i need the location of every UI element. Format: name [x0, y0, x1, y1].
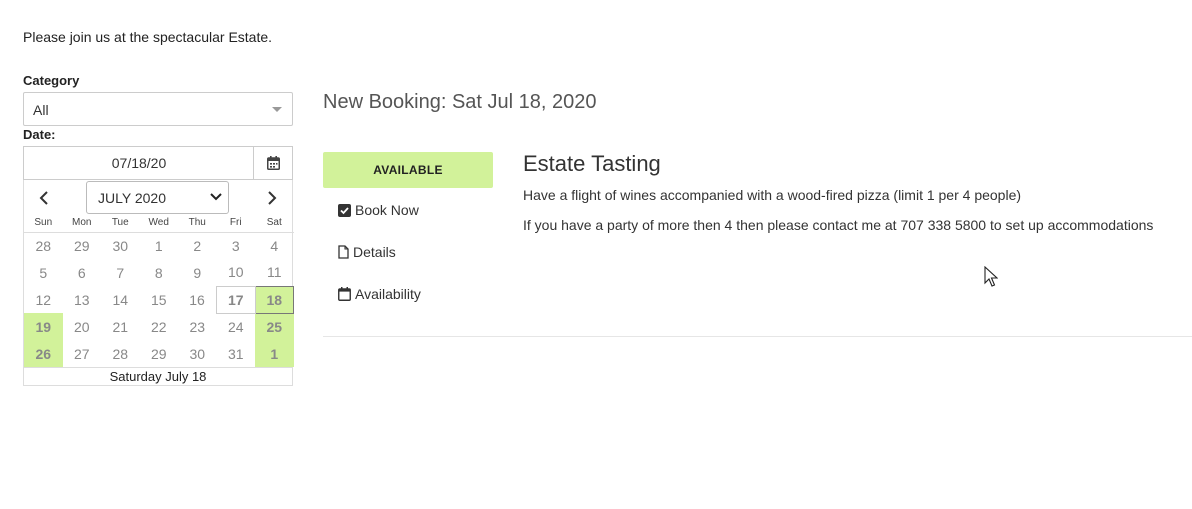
calendar-day-available[interactable]: 19 — [24, 313, 63, 340]
weekday-header: Mon — [62, 214, 101, 233]
category-value: All — [33, 102, 49, 118]
mouse-pointer-icon — [984, 266, 998, 287]
calendar-grid: Sun Mon Tue Wed Thu Fri Sat 28 29 30 1 2… — [24, 214, 294, 367]
next-month-button[interactable] — [260, 186, 284, 210]
calendar-day[interactable]: 15 — [140, 286, 179, 313]
calendar-icon — [338, 287, 351, 301]
calendar-day[interactable]: 16 — [178, 286, 217, 313]
weekday-header: Tue — [101, 214, 140, 233]
details-link[interactable]: Details — [338, 244, 396, 260]
section-divider — [323, 336, 1192, 337]
date-label: Date: — [23, 127, 56, 142]
chevron-left-icon — [39, 191, 48, 205]
weekday-header: Sat — [255, 214, 294, 233]
calendar-day[interactable]: 13 — [63, 286, 102, 313]
calendar-day[interactable]: 31 — [217, 340, 256, 367]
calendar-day-today[interactable]: 17 — [216, 285, 256, 314]
category-select[interactable]: All — [23, 92, 293, 126]
prev-month-button[interactable] — [32, 186, 56, 210]
calendar-day[interactable]: 12 — [24, 286, 63, 313]
calendar-day[interactable]: 24 — [217, 313, 256, 340]
calendar-day[interactable]: 30 — [101, 232, 140, 259]
file-icon — [338, 245, 349, 259]
calendar-day[interactable]: 28 — [101, 340, 140, 367]
calendar-day[interactable]: 4 — [255, 232, 294, 259]
calendar-day[interactable]: 30 — [178, 340, 217, 367]
calendar-day-available[interactable]: 1 — [255, 340, 294, 367]
calendar-day[interactable]: 29 — [140, 340, 179, 367]
available-status-button[interactable]: AVAILABLE — [323, 152, 493, 188]
month-select[interactable]: JULY 2020 — [86, 181, 229, 214]
calendar-day[interactable]: 10 — [217, 259, 256, 286]
calendar-day[interactable]: 20 — [63, 313, 102, 340]
book-now-label: Book Now — [355, 202, 419, 218]
calendar-day-selected[interactable]: 18 — [254, 285, 294, 314]
calendar-day[interactable]: 29 — [63, 232, 102, 259]
calendar-day[interactable]: 6 — [63, 259, 102, 286]
calendar-day[interactable]: 11 — [255, 259, 294, 286]
details-label: Details — [353, 244, 396, 260]
availability-link[interactable]: Availability — [338, 286, 421, 302]
calendar-day[interactable]: 23 — [178, 313, 217, 340]
chevron-down-icon — [272, 107, 282, 112]
weekday-header: Thu — [178, 214, 217, 233]
calendar-day[interactable]: 8 — [140, 259, 179, 286]
event-description: Have a flight of wines accompanied with … — [523, 187, 1022, 203]
event-contact-note: If you have a party of more then 4 then … — [523, 217, 1154, 233]
weekday-header: Wed — [139, 214, 178, 233]
calendar-day-available[interactable]: 25 — [255, 313, 294, 340]
chevron-right-icon — [268, 191, 277, 205]
event-title: Estate Tasting — [523, 151, 661, 176]
calendar-day[interactable]: 1 — [140, 232, 179, 259]
calendar-day[interactable]: 2 — [178, 232, 217, 259]
chevron-down-icon — [210, 193, 222, 201]
calendar-icon — [266, 156, 280, 170]
month-value: JULY 2020 — [98, 190, 166, 206]
calendar-selected-date-footer: Saturday July 18 — [24, 367, 292, 385]
calendar-day[interactable]: 22 — [140, 313, 179, 340]
calendar-day[interactable]: 7 — [101, 259, 140, 286]
calendar-widget: JULY 2020 Sun Mon Tue Wed Thu Fri Sat 28… — [23, 180, 294, 386]
check-square-icon — [338, 203, 351, 217]
page-title: New Booking: Sat Jul 18, 2020 — [323, 91, 597, 113]
intro-text: Please join us at the spectacular Estate… — [23, 29, 273, 45]
availability-label: Availability — [355, 286, 421, 302]
calendar-day[interactable]: 21 — [101, 313, 140, 340]
date-input[interactable]: 07/18/20 — [23, 146, 254, 180]
calendar-day[interactable]: 14 — [101, 286, 140, 313]
calendar-day[interactable]: 5 — [24, 259, 63, 286]
calendar-toggle-button[interactable] — [253, 146, 293, 180]
weekday-header: Sun — [24, 214, 63, 233]
calendar-header: JULY 2020 — [24, 180, 292, 214]
calendar-day-available[interactable]: 26 — [24, 340, 63, 367]
category-label: Category — [23, 73, 80, 88]
calendar-day[interactable]: 9 — [178, 259, 217, 286]
book-now-link[interactable]: Book Now — [338, 202, 419, 218]
weekday-header: Fri — [216, 214, 255, 233]
calendar-day[interactable]: 27 — [63, 340, 102, 367]
calendar-day[interactable]: 28 — [24, 232, 63, 259]
calendar-day[interactable]: 3 — [217, 232, 256, 259]
